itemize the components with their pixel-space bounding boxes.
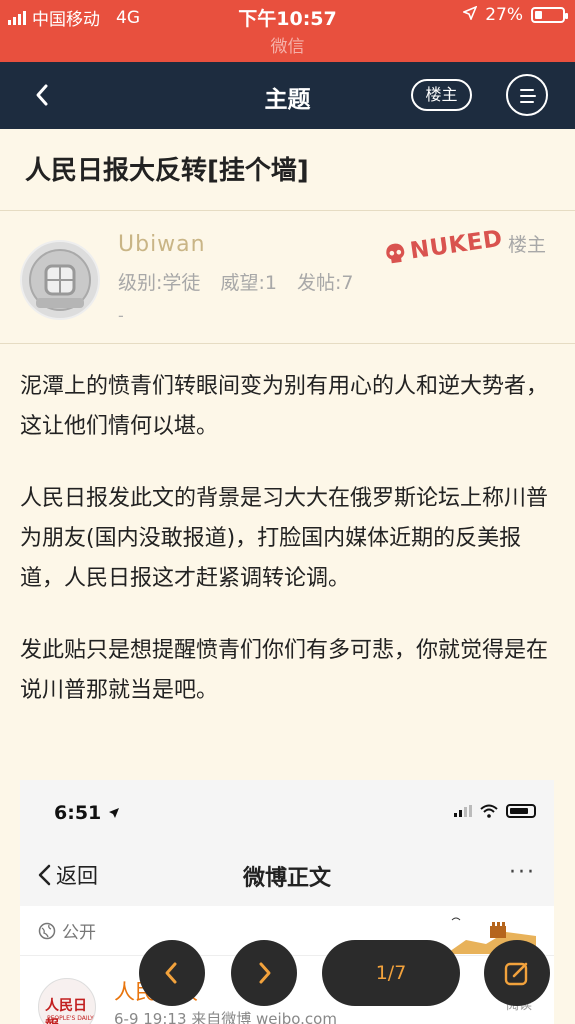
nav-bar: 主题 楼主 bbox=[0, 62, 575, 129]
nav-title: 主题 bbox=[264, 87, 311, 113]
post-paragraph: 泥潭上的愤青们转眼间变为别有用心的人和逆大势者，这让他们情何以堪。 bbox=[20, 374, 549, 439]
more-icon[interactable]: ··· bbox=[509, 860, 536, 885]
post-datetime: 6-9 19:13 来自微博 weibo.com bbox=[114, 1010, 337, 1024]
battery-icon bbox=[506, 804, 536, 818]
location-icon bbox=[108, 808, 119, 818]
visibility-label: 公开 bbox=[38, 918, 96, 943]
skull-icon bbox=[386, 243, 405, 264]
divider bbox=[0, 343, 575, 344]
visibility-text: 公开 bbox=[62, 923, 96, 943]
embedded-time: 6:51 bbox=[54, 802, 120, 824]
divider bbox=[0, 210, 575, 211]
owner-only-button[interactable]: 楼主 bbox=[411, 79, 472, 111]
nuked-label: NUKED bbox=[408, 225, 505, 265]
next-page-button[interactable] bbox=[231, 940, 297, 1006]
reply-button[interactable] bbox=[484, 940, 550, 1006]
author-extra: - bbox=[118, 306, 124, 325]
avatar-logo-en: PEOPLE'S DAILY bbox=[47, 1015, 94, 1022]
prev-page-button[interactable] bbox=[139, 940, 205, 1006]
topic-title: 人民日报大反转[挂个墙] bbox=[25, 156, 309, 186]
location-icon bbox=[462, 5, 478, 25]
wifi-icon bbox=[480, 804, 498, 818]
app-subtitle: 微信 bbox=[270, 37, 305, 57]
chevron-left-icon bbox=[165, 962, 177, 984]
post-body: 泥潭上的愤青们转眼间变为别有用心的人和逆大势者，这让他们情何以堪。 人民日报发此… bbox=[20, 367, 555, 743]
embedded-time-text: 6:51 bbox=[54, 802, 102, 824]
author-name[interactable]: Ubiwan bbox=[118, 232, 206, 257]
author-posts: 发帖:7 bbox=[297, 272, 354, 294]
menu-button[interactable] bbox=[506, 74, 548, 116]
embedded-status bbox=[454, 804, 536, 818]
nuked-badge: NUKED bbox=[382, 225, 505, 268]
post-paragraph: 人民日报发此文的背景是习大大在俄罗斯论坛上称川普为朋友(国内没敢报道)，打脸国内… bbox=[20, 486, 549, 591]
battery-icon bbox=[531, 7, 568, 23]
chevron-right-icon bbox=[259, 962, 271, 984]
edit-icon bbox=[504, 962, 528, 986]
diving-helmet-icon bbox=[29, 249, 91, 311]
signal-icon bbox=[454, 805, 472, 817]
battery-percent: 27% bbox=[485, 5, 523, 25]
author-meta: 级别:学徒 威望:1 发帖:7 bbox=[118, 268, 368, 295]
author-prestige: 威望:1 bbox=[220, 272, 277, 294]
avatar[interactable] bbox=[20, 240, 100, 320]
post-paragraph: 发此贴只是想提醒愤青们你们有多可悲，你就觉得是在说川普那就当是吧。 bbox=[20, 638, 549, 703]
globe-icon bbox=[38, 922, 56, 939]
status-right: 27% bbox=[462, 5, 568, 25]
page-indicator[interactable]: 1/7 bbox=[322, 940, 460, 1006]
owner-label: 楼主 bbox=[508, 234, 547, 256]
embedded-title: 微博正文 bbox=[242, 866, 331, 891]
author-level: 级别:学徒 bbox=[118, 272, 201, 294]
status-bar: 中国移动 4G 下午10:57 微信 27% bbox=[0, 0, 575, 62]
